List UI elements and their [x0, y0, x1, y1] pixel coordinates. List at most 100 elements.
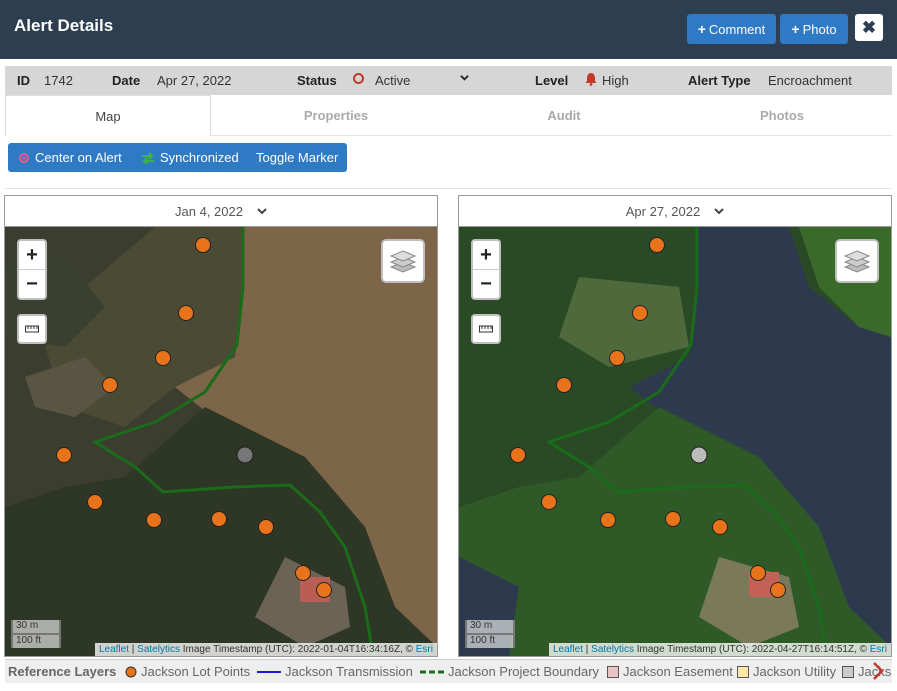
lot-point-icon	[125, 666, 137, 677]
leaflet-link[interactable]: Leaflet	[99, 644, 129, 655]
status-select[interactable]: Active	[375, 73, 410, 88]
lot-point[interactable]	[295, 565, 311, 581]
esri-link[interactable]: Esri	[870, 644, 887, 655]
legend-label: Jackson Lot Points	[141, 664, 251, 679]
reference-layers-legend: Reference Layers Jackson Lot Points Jack…	[5, 659, 892, 683]
level-label: Level	[535, 73, 569, 88]
status-label: Status	[297, 73, 337, 88]
lot-point[interactable]	[56, 447, 72, 463]
legend-item-utility[interactable]: Jackson Utility	[737, 664, 836, 679]
add-comment-label: Comment	[708, 21, 766, 37]
zoom-in-button[interactable]: +	[473, 241, 499, 270]
alert-marker[interactable]	[236, 446, 254, 464]
lot-point[interactable]	[155, 350, 171, 366]
bell-icon	[585, 73, 597, 86]
synchronized-toggle[interactable]: Synchronized	[141, 143, 239, 172]
satelytics-link[interactable]: Satelytics	[137, 644, 180, 655]
measure-button[interactable]	[471, 314, 501, 344]
ruler-icon	[479, 325, 493, 333]
date-label: Date	[112, 73, 141, 88]
layers-button[interactable]	[381, 239, 425, 283]
left-map[interactable]: + − 30 m 100 ft Leaflet | Satelytics Ima…	[5, 227, 437, 656]
scale-bar: 30 m 100 ft	[465, 620, 515, 648]
tab-audit[interactable]: Audit	[454, 95, 674, 136]
attribution: Leaflet | Satelytics Image Timestamp (UT…	[548, 643, 891, 656]
lot-point[interactable]	[556, 377, 572, 393]
chevron-down-icon	[714, 208, 724, 215]
close-button[interactable]: ✖	[855, 14, 883, 41]
lot-point[interactable]	[665, 511, 681, 527]
left-boundary-overlay	[56, 227, 375, 656]
center-on-alert-button[interactable]: Center on Alert	[18, 143, 122, 172]
plus-icon: +	[697, 21, 706, 37]
measure-button[interactable]	[17, 314, 47, 344]
right-boundary-overlay	[510, 227, 829, 656]
right-map[interactable]: + − 30 m 100 ft Leaflet | Satelytics Ima…	[459, 227, 891, 656]
lot-point[interactable]	[102, 377, 118, 393]
right-date-select[interactable]: Apr 27, 2022	[459, 196, 891, 227]
lot-point[interactable]	[258, 519, 274, 535]
lot-point[interactable]	[211, 511, 227, 527]
leaflet-link[interactable]: Leaflet	[553, 644, 583, 655]
tab-properties[interactable]: Properties	[226, 95, 446, 136]
lot-point[interactable]	[649, 237, 665, 253]
boundary-line-icon	[420, 670, 444, 673]
lot-point[interactable]	[146, 512, 162, 528]
layers-button[interactable]	[835, 239, 879, 283]
toggle-marker-button[interactable]: Toggle Marker	[256, 143, 338, 172]
chevron-down-icon	[257, 208, 267, 215]
modal-title: Alert Details	[14, 16, 114, 35]
alert-marker[interactable]	[690, 446, 708, 464]
lot-point[interactable]	[632, 305, 648, 321]
plus-icon: +	[791, 21, 800, 37]
zoom-in-button[interactable]: +	[19, 241, 45, 270]
scale-bar: 30 m 100 ft	[11, 620, 61, 648]
toggle-marker-label: Toggle Marker	[256, 150, 339, 165]
lot-point[interactable]	[750, 565, 766, 581]
lot-point[interactable]	[712, 519, 728, 535]
chevron-down-icon[interactable]	[460, 73, 469, 82]
esri-link[interactable]: Esri	[416, 644, 433, 655]
lot-point[interactable]	[600, 512, 616, 528]
add-comment-button[interactable]: + Comment	[687, 14, 776, 44]
legend-label: Jackson Easement	[623, 664, 733, 679]
left-date-select[interactable]: Jan 4, 2022	[5, 196, 437, 227]
map-toolbar: Center on Alert Synchronized Toggle Mark…	[8, 143, 347, 172]
crosshair-icon	[19, 152, 29, 163]
ruler-icon	[25, 325, 39, 333]
image-timestamp: Image Timestamp (UTC): 2022-01-04T16:34:…	[182, 644, 413, 655]
lot-point[interactable]	[316, 582, 332, 598]
lot-point[interactable]	[178, 305, 194, 321]
attribution: Leaflet | Satelytics Image Timestamp (UT…	[94, 643, 437, 656]
tab-bar: Map Properties Audit Photos	[5, 95, 892, 136]
lot-point[interactable]	[87, 494, 103, 510]
id-value: 1742	[44, 73, 73, 88]
tab-map[interactable]: Map	[5, 95, 211, 136]
lot-point[interactable]	[541, 494, 557, 510]
level-value: High	[602, 73, 629, 88]
tab-photos[interactable]: Photos	[672, 95, 892, 136]
synchronized-label: Synchronized	[160, 150, 239, 165]
legend-label: Jackson Utility	[753, 664, 837, 679]
lot-point[interactable]	[609, 350, 625, 366]
lot-point[interactable]	[195, 237, 211, 253]
add-photo-button[interactable]: + Photo	[780, 14, 848, 44]
close-icon: ✖	[861, 17, 877, 37]
chevron-right-icon[interactable]	[869, 660, 887, 682]
legend-item-transmission[interactable]: Jackson Transmission	[257, 664, 413, 679]
id-label: ID	[17, 73, 30, 88]
legend-item-lot-points[interactable]: Jackson Lot Points	[125, 664, 250, 679]
legend-item-project-boundary[interactable]: Jackson Project Boundary	[420, 664, 599, 679]
satelytics-link[interactable]: Satelytics	[591, 644, 634, 655]
alert-info-bar: ID 1742 Date Apr 27, 2022 Status Active …	[5, 66, 892, 95]
modal-header: Alert Details + Comment + Photo ✖	[0, 0, 897, 59]
lot-point[interactable]	[510, 447, 526, 463]
zoom-out-button[interactable]: −	[19, 270, 45, 299]
divider	[5, 188, 892, 189]
lot-point[interactable]	[770, 582, 786, 598]
zoom-out-button[interactable]: −	[473, 270, 499, 299]
legend-item-easement[interactable]: Jackson Easement	[607, 664, 733, 679]
alert-type-value: Encroachment	[768, 73, 852, 88]
scale-imperial: 100 ft	[465, 633, 515, 648]
gray-swatch-icon	[842, 665, 854, 678]
